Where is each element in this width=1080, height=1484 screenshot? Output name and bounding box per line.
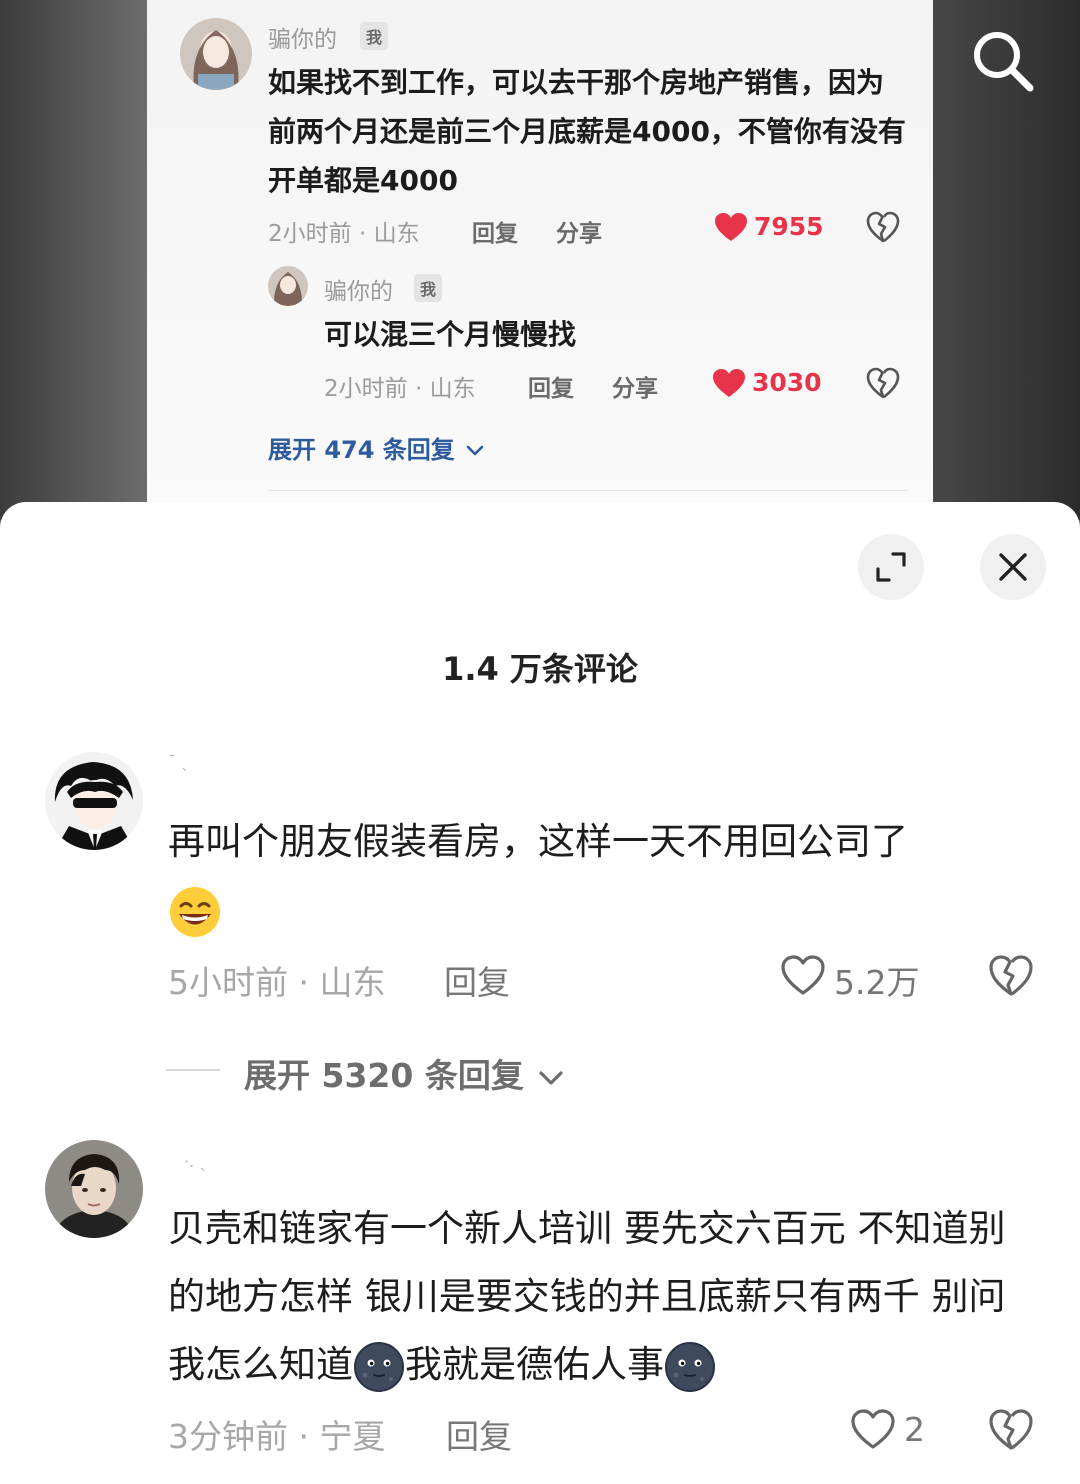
comment-time-location: 5小时前 · 山东 (168, 963, 386, 1002)
grin-emoji (170, 886, 220, 937)
like-count: 2 (904, 1410, 925, 1449)
comment-time-location: 3分钟前 · 宁夏 (168, 1417, 386, 1456)
heart-icon[interactable] (712, 368, 746, 398)
expand-button[interactable] (858, 534, 924, 600)
broken-heart-icon[interactable] (988, 1407, 1034, 1451)
like-count: 7955 (754, 212, 824, 241)
reply-avatar[interactable] (268, 266, 308, 306)
expand-replies-link[interactable]: 展开 5320 条回复 (244, 1049, 565, 1097)
comment-text-content-2: 我就是德佑人事 (405, 1343, 664, 1386)
user-avatar[interactable] (45, 1140, 143, 1238)
reply-button[interactable]: 回复 (528, 369, 574, 403)
me-badge: 我 (414, 274, 443, 302)
expand-icon (876, 552, 906, 582)
like-count: 5.2万 (834, 963, 920, 1002)
comment-time-location: 2小时前 · 山东 (268, 221, 420, 247)
comment-text-content: 再叫个朋友假装看房，这样一天不用回公司了 (168, 820, 908, 863)
share-button[interactable]: 分享 (612, 369, 658, 403)
expand-replies-link[interactable]: 展开 474 条回复 (268, 430, 485, 465)
broken-heart-icon[interactable] (866, 211, 900, 243)
user-avatar[interactable] (45, 752, 143, 850)
me-badge: 我 (360, 22, 389, 50)
share-button[interactable]: 分享 (556, 214, 602, 248)
expand-replies-label: 展开 5320 条回复 (244, 1056, 524, 1095)
dark-moon-emoji (665, 1341, 715, 1392)
comment-text: 如果找不到工作，可以去干那个房地产销售，因为前两个月还是前三个月底薪是4000，… (268, 66, 906, 197)
dark-moon-emoji (354, 1341, 404, 1392)
chevron-down-icon (466, 445, 484, 456)
comment-text: 再叫个朋友假装看房，这样一天不用回公司了 (168, 808, 1028, 944)
heart-icon[interactable] (714, 212, 748, 242)
close-button[interactable] (980, 534, 1046, 600)
close-icon (999, 553, 1027, 581)
comment-count-title: 1.4 万条评论 (442, 650, 638, 688)
heart-icon[interactable] (780, 954, 826, 996)
divider (166, 1069, 220, 1071)
comment-username[interactable]: 骗你的 (268, 20, 337, 54)
comment-username[interactable]: ·. ˎ (184, 1152, 207, 1171)
like-count: 3030 (752, 368, 822, 397)
reply-button[interactable]: 回复 (446, 1410, 512, 1458)
comment-sheet: 1.4 万条评论 ˉ ˎ 再叫个朋友假装看房，这样一天不用回公司了 5小时前 ·… (0, 502, 1080, 1484)
divider (268, 490, 908, 491)
broken-heart-icon[interactable] (866, 367, 900, 399)
reply-username[interactable]: 骗你的 (324, 272, 393, 306)
reply-time-location: 2小时前 · 山东 (324, 376, 476, 402)
comment-username[interactable]: ˉ ˎ (168, 752, 189, 771)
comment-text: 贝壳和链家有一个新人培训 要先交六百元 不知道别的地方怎样 银川是要交钱的并且底… (168, 1195, 1038, 1399)
reply-button[interactable]: 回复 (444, 956, 510, 1004)
search-icon[interactable] (970, 28, 1036, 94)
user-avatar[interactable] (180, 18, 252, 90)
broken-heart-icon[interactable] (988, 953, 1034, 997)
reply-text: 可以混三个月慢慢找 (324, 318, 577, 351)
expand-replies-label: 展开 474 条回复 (268, 436, 455, 464)
heart-icon[interactable] (850, 1408, 896, 1450)
chevron-down-icon (539, 1070, 563, 1085)
reply-button[interactable]: 回复 (472, 214, 518, 248)
